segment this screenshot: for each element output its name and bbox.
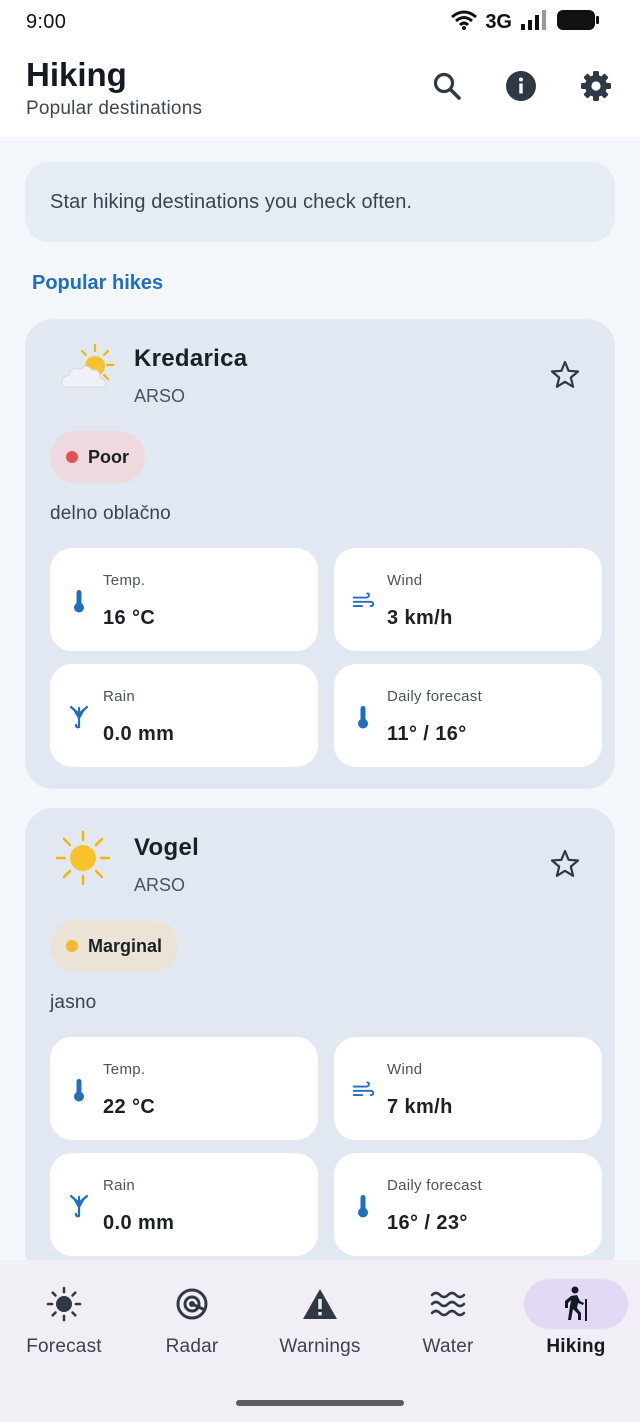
settings-button[interactable] — [572, 64, 620, 112]
info-icon — [505, 70, 537, 107]
app-bar: Hiking Popular destinations — [0, 44, 640, 137]
sun-icon — [55, 830, 115, 886]
content-area[interactable]: Star hiking destinations you check often… — [0, 137, 640, 1260]
status-icons: 3G — [451, 9, 600, 36]
metric-label: Wind — [387, 1061, 423, 1078]
condition-dot — [66, 451, 78, 463]
star-outline-icon — [549, 848, 581, 885]
thermometer-icon — [352, 1193, 374, 1219]
search-icon — [432, 71, 462, 106]
info-banner-text: Star hiking destinations you check often… — [50, 190, 413, 213]
condition-label: Poor — [88, 446, 130, 467]
umbrella-icon — [68, 704, 90, 730]
metric-value: 11° / 16° — [387, 723, 467, 745]
condition-chip: Poor — [50, 431, 146, 483]
thermometer-icon — [68, 1077, 90, 1103]
hike-name: Kredarica — [134, 345, 248, 372]
condition-chip: Marginal — [50, 920, 179, 972]
nav-item-forecast[interactable]: Forecast — [0, 1260, 128, 1380]
signal-icon — [520, 9, 548, 35]
metric-value: 22 °C — [103, 1096, 156, 1118]
nav-label: Forecast — [26, 1336, 102, 1357]
hike-source: ARSO — [134, 875, 186, 895]
condition-dot — [66, 940, 78, 952]
nav-label: Hiking — [546, 1336, 606, 1357]
nav-label: Warnings — [279, 1336, 361, 1357]
star-button[interactable] — [547, 848, 583, 884]
metric-wind: Wind 7 km/h — [334, 1037, 602, 1140]
partly-cloudy-icon — [55, 341, 115, 397]
star-outline-icon — [549, 359, 581, 396]
wifi-icon — [451, 10, 478, 35]
thermometer-icon — [352, 704, 374, 730]
page-title: Hiking — [26, 56, 127, 93]
battery-icon — [556, 9, 600, 36]
nav-item-warnings[interactable]: Warnings — [256, 1260, 384, 1380]
wind-icon — [352, 588, 374, 614]
nav-item-radar[interactable]: Radar — [128, 1260, 256, 1380]
weather-description: delno oblačno — [50, 503, 171, 524]
nav-label: Radar — [165, 1336, 219, 1357]
info-button[interactable] — [497, 64, 545, 112]
hike-card[interactable]: Kredarica ARSO Poor delno oblačno Temp. … — [25, 319, 615, 789]
nav-item-hiking[interactable]: Hiking — [512, 1260, 640, 1380]
thermometer-icon — [68, 588, 90, 614]
metric-value: 0.0 mm — [103, 723, 175, 745]
hike-name: Vogel — [134, 834, 200, 861]
status-bar: 9:00 3G — [0, 0, 640, 44]
metric-label: Temp. — [103, 572, 146, 589]
metric-label: Wind — [387, 572, 423, 589]
nav-item-water[interactable]: Water — [384, 1260, 512, 1380]
radar-icon — [172, 1286, 212, 1322]
metric-label: Rain — [103, 688, 136, 705]
nav-label: Water — [422, 1336, 474, 1357]
home-indicator[interactable] — [236, 1400, 404, 1406]
metric-temp: Temp. 16 °C — [50, 548, 318, 651]
metric-temp: Temp. 22 °C — [50, 1037, 318, 1140]
sun-icon — [44, 1286, 84, 1322]
metric-label: Daily forecast — [387, 688, 483, 705]
metric-wind: Wind 3 km/h — [334, 548, 602, 651]
hike-source: ARSO — [134, 386, 186, 406]
metric-rain: Rain 0.0 mm — [50, 1153, 318, 1256]
bottom-navigation: Forecast Radar Warnings Water Hiking — [0, 1260, 640, 1422]
hike-card[interactable]: Vogel ARSO Marginal jasno Temp. 22 °C Wi… — [25, 808, 615, 1260]
metric-label: Temp. — [103, 1061, 146, 1078]
star-button[interactable] — [547, 359, 583, 395]
metric-daily-forecast: Daily forecast 11° / 16° — [334, 664, 602, 767]
umbrella-icon — [68, 1193, 90, 1219]
waves-icon — [428, 1286, 468, 1322]
search-button[interactable] — [423, 64, 471, 112]
metric-label: Daily forecast — [387, 1177, 483, 1194]
metric-daily-forecast: Daily forecast 16° / 23° — [334, 1153, 602, 1256]
metric-value: 3 km/h — [387, 607, 453, 629]
status-time: 9:00 — [26, 10, 67, 33]
metric-value: 7 km/h — [387, 1096, 453, 1118]
info-banner: Star hiking destinations you check often… — [25, 162, 615, 242]
page-subtitle: Popular destinations — [26, 98, 203, 119]
wind-icon — [352, 1077, 374, 1103]
section-title: Popular hikes — [32, 272, 164, 294]
warning-icon — [300, 1286, 340, 1322]
gear-icon — [580, 70, 612, 107]
metric-value: 0.0 mm — [103, 1212, 175, 1234]
metric-value: 16 °C — [103, 607, 156, 629]
metric-label: Rain — [103, 1177, 136, 1194]
weather-description: jasno — [50, 992, 97, 1013]
condition-label: Marginal — [88, 935, 163, 956]
network-type: 3G — [485, 10, 512, 33]
metric-value: 16° / 23° — [387, 1212, 468, 1234]
metric-rain: Rain 0.0 mm — [50, 664, 318, 767]
hiker-icon — [556, 1286, 596, 1322]
